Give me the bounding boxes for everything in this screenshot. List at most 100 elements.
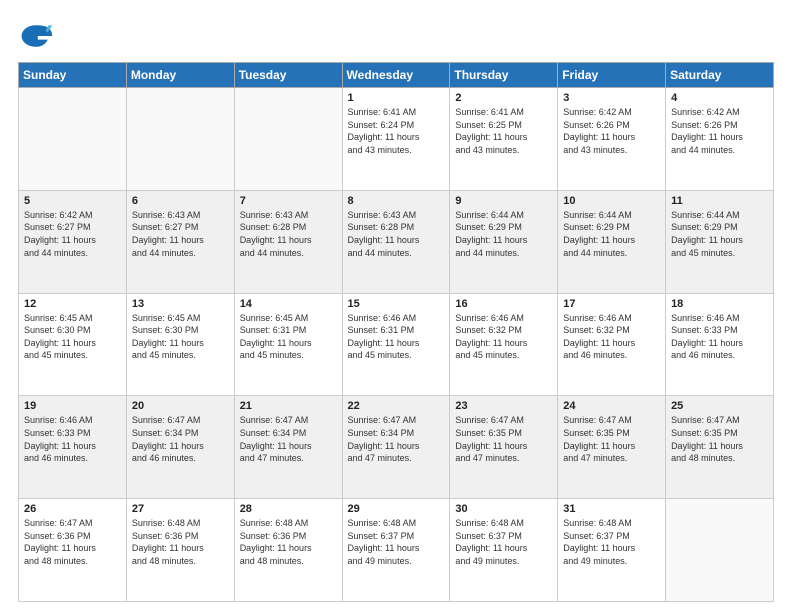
- calendar-header-thursday: Thursday: [450, 63, 558, 88]
- day-number: 8: [348, 195, 445, 207]
- calendar-day-31: 31 Sunrise: 6:48 AM Sunset: 6:37 PM Dayli…: [558, 499, 666, 602]
- day-number: 10: [563, 195, 660, 207]
- calendar-empty-cell: [19, 88, 127, 191]
- day-info: Sunrise: 6:47 AM Sunset: 6:34 PM Dayligh…: [132, 414, 229, 464]
- day-number: 24: [563, 400, 660, 412]
- day-info: Sunrise: 6:47 AM Sunset: 6:34 PM Dayligh…: [240, 414, 337, 464]
- calendar-header-saturday: Saturday: [666, 63, 774, 88]
- calendar-day-3: 3Sunrise: 6:42 AM Sunset: 6:26 PM Daylig…: [558, 88, 666, 191]
- calendar-empty-cell: [126, 88, 234, 191]
- calendar-week-3: 19 Sunrise: 6:46 AM Sunset: 6:33 PM Dayli…: [19, 396, 774, 499]
- day-number: 4: [671, 92, 768, 104]
- day-number: 12: [24, 298, 121, 310]
- day-number: 3: [563, 92, 660, 104]
- calendar-day-10: 10 Sunrise: 6:44 AM Sunset: 6:29 PM Dayli…: [558, 190, 666, 293]
- calendar-day-25: 25 Sunrise: 6:47 AM Sunset: 6:35 PM Dayli…: [666, 396, 774, 499]
- calendar-day-20: 20 Sunrise: 6:47 AM Sunset: 6:34 PM Dayli…: [126, 396, 234, 499]
- day-info: Sunrise: 6:46 AM Sunset: 6:32 PM Dayligh…: [455, 312, 552, 362]
- day-number: 25: [671, 400, 768, 412]
- day-number: 30: [455, 503, 552, 515]
- day-info: Sunrise: 6:48 AM Sunset: 6:37 PM Dayligh…: [563, 517, 660, 567]
- day-info: Sunrise: 6:44 AM Sunset: 6:29 PM Dayligh…: [671, 209, 768, 259]
- day-number: 13: [132, 298, 229, 310]
- day-info: Sunrise: 6:45 AM Sunset: 6:30 PM Dayligh…: [24, 312, 121, 362]
- day-number: 5: [24, 195, 121, 207]
- logo: [18, 18, 58, 54]
- day-info: Sunrise: 6:45 AM Sunset: 6:30 PM Dayligh…: [132, 312, 229, 362]
- day-number: 11: [671, 195, 768, 207]
- calendar-day-19: 19 Sunrise: 6:46 AM Sunset: 6:33 PM Dayli…: [19, 396, 127, 499]
- day-info: Sunrise: 6:41 AM Sunset: 6:24 PM Dayligh…: [348, 106, 445, 156]
- day-info: Sunrise: 6:45 AM Sunset: 6:31 PM Dayligh…: [240, 312, 337, 362]
- calendar-day-8: 8 Sunrise: 6:43 AM Sunset: 6:28 PM Daylig…: [342, 190, 450, 293]
- day-info: Sunrise: 6:47 AM Sunset: 6:35 PM Dayligh…: [455, 414, 552, 464]
- logo-icon: [18, 18, 54, 54]
- day-info: Sunrise: 6:47 AM Sunset: 6:34 PM Dayligh…: [348, 414, 445, 464]
- calendar-day-29: 29 Sunrise: 6:48 AM Sunset: 6:37 PM Dayli…: [342, 499, 450, 602]
- calendar-week-4: 26 Sunrise: 6:47 AM Sunset: 6:36 PM Dayli…: [19, 499, 774, 602]
- day-number: 9: [455, 195, 552, 207]
- calendar-day-18: 18Sunrise: 6:46 AM Sunset: 6:33 PM Dayli…: [666, 293, 774, 396]
- day-info: Sunrise: 6:43 AM Sunset: 6:28 PM Dayligh…: [348, 209, 445, 259]
- calendar-day-5: 5 Sunrise: 6:42 AM Sunset: 6:27 PM Daylig…: [19, 190, 127, 293]
- day-info: Sunrise: 6:46 AM Sunset: 6:33 PM Dayligh…: [24, 414, 121, 464]
- calendar-header-tuesday: Tuesday: [234, 63, 342, 88]
- day-number: 20: [132, 400, 229, 412]
- page: SundayMondayTuesdayWednesdayThursdayFrid…: [0, 0, 792, 612]
- day-number: 6: [132, 195, 229, 207]
- calendar-day-1: 1 Sunrise: 6:41 AM Sunset: 6:24 PM Daylig…: [342, 88, 450, 191]
- day-info: Sunrise: 6:46 AM Sunset: 6:32 PM Dayligh…: [563, 312, 660, 362]
- calendar-week-0: 1 Sunrise: 6:41 AM Sunset: 6:24 PM Daylig…: [19, 88, 774, 191]
- day-number: 27: [132, 503, 229, 515]
- calendar-day-13: 13 Sunrise: 6:45 AM Sunset: 6:30 PM Dayli…: [126, 293, 234, 396]
- day-info: Sunrise: 6:42 AM Sunset: 6:26 PM Dayligh…: [671, 106, 768, 156]
- calendar-day-28: 28 Sunrise: 6:48 AM Sunset: 6:36 PM Dayli…: [234, 499, 342, 602]
- day-number: 2: [455, 92, 552, 104]
- day-info: Sunrise: 6:47 AM Sunset: 6:36 PM Dayligh…: [24, 517, 121, 567]
- calendar-day-6: 6Sunrise: 6:43 AM Sunset: 6:27 PM Daylig…: [126, 190, 234, 293]
- day-number: 1: [348, 92, 445, 104]
- calendar-day-12: 12 Sunrise: 6:45 AM Sunset: 6:30 PM Dayli…: [19, 293, 127, 396]
- calendar-header-sunday: Sunday: [19, 63, 127, 88]
- calendar-day-15: 15 Sunrise: 6:46 AM Sunset: 6:31 PM Dayli…: [342, 293, 450, 396]
- day-info: Sunrise: 6:48 AM Sunset: 6:36 PM Dayligh…: [132, 517, 229, 567]
- calendar-header-row: SundayMondayTuesdayWednesdayThursdayFrid…: [19, 63, 774, 88]
- calendar-day-23: 23 Sunrise: 6:47 AM Sunset: 6:35 PM Dayli…: [450, 396, 558, 499]
- header: [18, 18, 774, 54]
- calendar: SundayMondayTuesdayWednesdayThursdayFrid…: [18, 62, 774, 602]
- calendar-day-4: 4 Sunrise: 6:42 AM Sunset: 6:26 PM Daylig…: [666, 88, 774, 191]
- day-number: 17: [563, 298, 660, 310]
- calendar-day-9: 9 Sunrise: 6:44 AM Sunset: 6:29 PM Daylig…: [450, 190, 558, 293]
- day-number: 26: [24, 503, 121, 515]
- day-info: Sunrise: 6:46 AM Sunset: 6:33 PM Dayligh…: [671, 312, 768, 362]
- day-number: 15: [348, 298, 445, 310]
- calendar-header-friday: Friday: [558, 63, 666, 88]
- calendar-day-24: 24 Sunrise: 6:47 AM Sunset: 6:35 PM Dayli…: [558, 396, 666, 499]
- calendar-day-21: 21Sunrise: 6:47 AM Sunset: 6:34 PM Dayli…: [234, 396, 342, 499]
- calendar-day-14: 14Sunrise: 6:45 AM Sunset: 6:31 PM Dayli…: [234, 293, 342, 396]
- day-info: Sunrise: 6:47 AM Sunset: 6:35 PM Dayligh…: [563, 414, 660, 464]
- day-info: Sunrise: 6:42 AM Sunset: 6:27 PM Dayligh…: [24, 209, 121, 259]
- calendar-day-22: 22Sunrise: 6:47 AM Sunset: 6:34 PM Dayli…: [342, 396, 450, 499]
- day-info: Sunrise: 6:48 AM Sunset: 6:37 PM Dayligh…: [348, 517, 445, 567]
- day-info: Sunrise: 6:46 AM Sunset: 6:31 PM Dayligh…: [348, 312, 445, 362]
- calendar-empty-cell: [234, 88, 342, 191]
- day-info: Sunrise: 6:44 AM Sunset: 6:29 PM Dayligh…: [563, 209, 660, 259]
- day-number: 29: [348, 503, 445, 515]
- day-info: Sunrise: 6:48 AM Sunset: 6:37 PM Dayligh…: [455, 517, 552, 567]
- day-number: 23: [455, 400, 552, 412]
- calendar-day-30: 30 Sunrise: 6:48 AM Sunset: 6:37 PM Dayli…: [450, 499, 558, 602]
- calendar-day-17: 17 Sunrise: 6:46 AM Sunset: 6:32 PM Dayli…: [558, 293, 666, 396]
- calendar-day-2: 2Sunrise: 6:41 AM Sunset: 6:25 PM Daylig…: [450, 88, 558, 191]
- day-info: Sunrise: 6:48 AM Sunset: 6:36 PM Dayligh…: [240, 517, 337, 567]
- day-number: 19: [24, 400, 121, 412]
- day-number: 16: [455, 298, 552, 310]
- day-number: 31: [563, 503, 660, 515]
- calendar-week-2: 12 Sunrise: 6:45 AM Sunset: 6:30 PM Dayli…: [19, 293, 774, 396]
- calendar-day-27: 27 Sunrise: 6:48 AM Sunset: 6:36 PM Dayli…: [126, 499, 234, 602]
- calendar-day-26: 26 Sunrise: 6:47 AM Sunset: 6:36 PM Dayli…: [19, 499, 127, 602]
- day-info: Sunrise: 6:44 AM Sunset: 6:29 PM Dayligh…: [455, 209, 552, 259]
- calendar-header-monday: Monday: [126, 63, 234, 88]
- day-info: Sunrise: 6:47 AM Sunset: 6:35 PM Dayligh…: [671, 414, 768, 464]
- day-number: 28: [240, 503, 337, 515]
